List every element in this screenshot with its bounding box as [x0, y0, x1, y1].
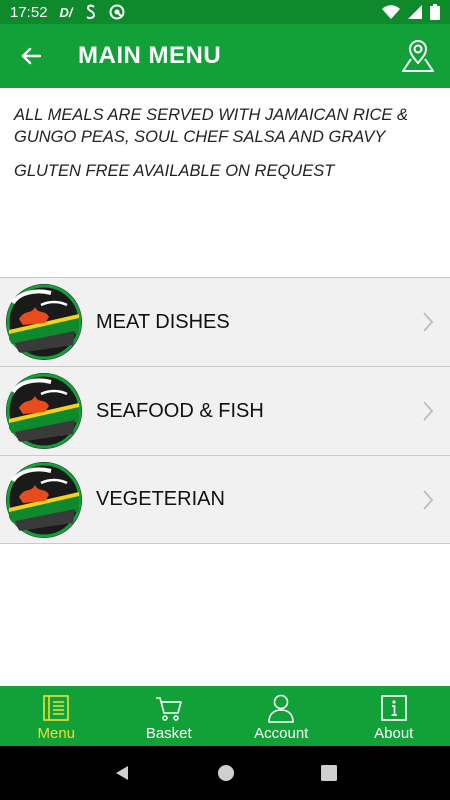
chevron-right-icon: [423, 490, 434, 510]
nav-label: Menu: [37, 725, 76, 742]
wifi-icon: [382, 5, 400, 19]
nav-label: Account: [254, 725, 309, 742]
system-recents-icon[interactable]: [321, 765, 337, 781]
back-arrow-icon: [21, 47, 41, 65]
soulchef-kitchen-logo: [5, 372, 83, 450]
menu-item-label: VEGETERIAN: [96, 488, 225, 510]
system-back-icon[interactable]: [113, 764, 131, 782]
nav-tab-basket[interactable]: Basket: [113, 686, 226, 746]
menu-item-label: MEAT DISHES: [96, 310, 230, 333]
bottom-navigation: Menu Basket Account About: [0, 686, 450, 746]
menu-item-label: SEAFOOD & FISH: [96, 399, 264, 422]
map-location-icon: [402, 39, 434, 72]
status-bar: 17:52 D/: [0, 0, 450, 24]
battery-icon: [430, 4, 440, 20]
meal-info-gluten-free: GLUTEN FREE AVAILABLE ON REQUEST: [14, 162, 335, 180]
meal-info: ALL MEALS ARE SERVED WITH JAMAICAN RICE …: [0, 88, 450, 278]
nav-tab-menu[interactable]: Menu: [0, 686, 113, 746]
nav-tab-about[interactable]: About: [338, 686, 450, 746]
dv-app-icon: D/: [59, 4, 73, 20]
soulchef-kitchen-logo: [5, 461, 83, 539]
chevron-right-icon: [423, 401, 434, 421]
person-icon: [268, 694, 295, 723]
s-app-icon: [85, 4, 95, 20]
menu-category-list: MEAT DISHES SEAFOOD & FISH VEGETERIAN: [0, 277, 450, 544]
back-button[interactable]: [0, 24, 62, 88]
nav-label: About: [374, 725, 414, 742]
menu-item-seafood-fish[interactable]: SEAFOOD & FISH: [0, 366, 450, 455]
app-bar: MAIN MENU: [0, 24, 450, 88]
menu-item-vegetarian[interactable]: VEGETERIAN: [0, 455, 450, 544]
system-navigation-bar: [0, 746, 450, 800]
status-time: 17:52: [10, 3, 48, 21]
nav-label: Basket: [145, 725, 192, 742]
signal-icon: [408, 5, 422, 19]
chevron-right-icon: [423, 312, 434, 332]
info-icon: [380, 695, 407, 721]
cart-icon: [155, 697, 182, 721]
menu-book-icon: [43, 695, 70, 721]
map-location-button[interactable]: [386, 24, 450, 88]
system-home-icon[interactable]: [217, 764, 235, 782]
menu-item-meat-dishes[interactable]: MEAT DISHES: [0, 277, 450, 366]
page-title: MAIN MENU: [78, 42, 222, 69]
meal-info-served-with: ALL MEALS ARE SERVED WITH JAMAICAN RICE …: [14, 106, 408, 146]
notification-icon: [109, 4, 125, 20]
nav-tab-account[interactable]: Account: [225, 686, 338, 746]
soulchef-kitchen-logo: [5, 283, 83, 361]
